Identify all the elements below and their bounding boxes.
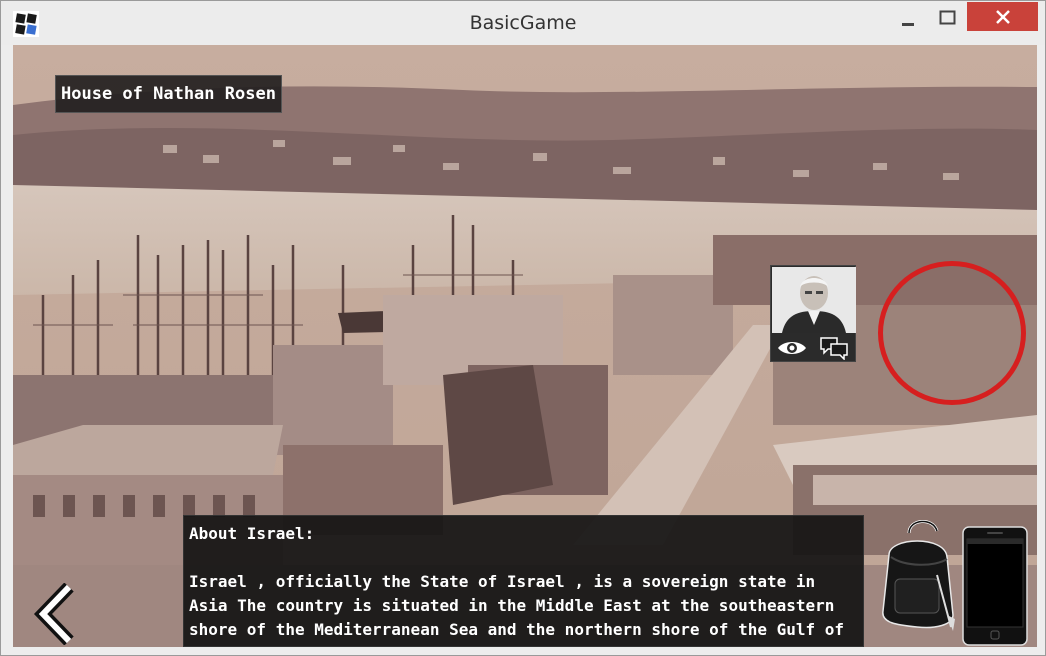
close-icon <box>995 9 1010 24</box>
location-label: House of Nathan Rosen <box>55 75 282 113</box>
smartphone-icon <box>962 526 1028 646</box>
close-button[interactable] <box>967 2 1038 31</box>
portrait-of-nathan-rosen <box>772 267 856 333</box>
minimize-icon <box>902 23 914 26</box>
eye-icon <box>778 342 806 354</box>
location-label-text: House of Nathan Rosen <box>61 84 276 104</box>
maximize-button[interactable] <box>931 3 965 33</box>
back-button[interactable] <box>33 582 79 646</box>
look-button[interactable] <box>775 335 809 361</box>
info-title: About Israel: <box>189 524 315 543</box>
npc-actions <box>771 334 855 362</box>
backpack-button[interactable] <box>875 515 961 637</box>
minimize-button[interactable] <box>891 3 925 33</box>
phone-button[interactable] <box>961 525 1029 647</box>
npc-card[interactable] <box>770 265 856 362</box>
window-title: BasicGame <box>469 12 577 34</box>
maximize-icon <box>939 10 956 25</box>
info-text: Israel , officially the State of Israel … <box>189 572 845 647</box>
backpack-icon <box>882 520 955 631</box>
destination-marker[interactable] <box>878 261 1026 405</box>
chevron-left-icon <box>33 582 74 646</box>
chat-bubbles-icon <box>820 337 848 360</box>
game-window: BasicGame House of Nathan Rosen About Is… <box>0 0 1046 656</box>
talk-button[interactable] <box>817 335 851 361</box>
info-dialog: About Israel: Israel , officially the St… <box>183 515 864 647</box>
title-bar[interactable]: BasicGame <box>1 1 1045 45</box>
npc-portrait[interactable] <box>772 267 856 333</box>
game-scene[interactable]: House of Nathan Rosen About Israel: Isra… <box>13 45 1037 647</box>
